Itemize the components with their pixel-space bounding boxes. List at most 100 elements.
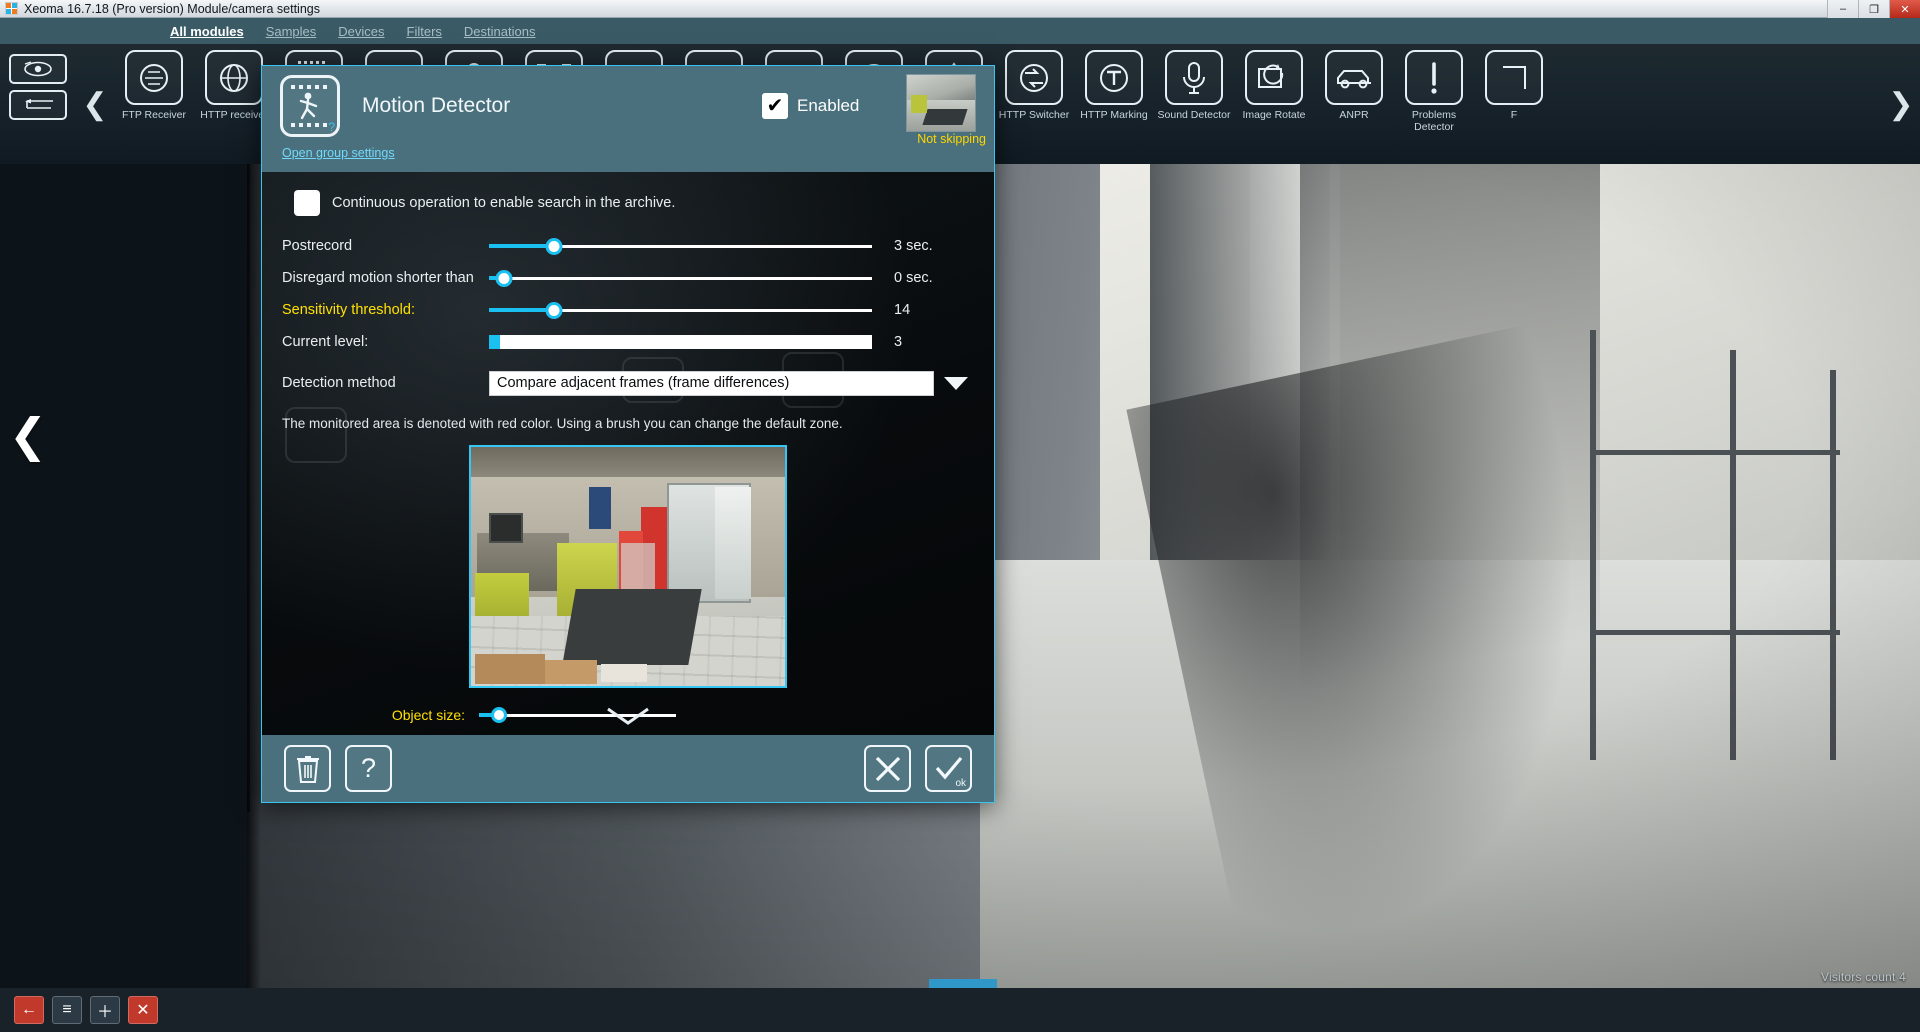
setting-slider[interactable]	[489, 300, 872, 320]
cancel-button[interactable]	[864, 745, 911, 792]
dialog-header: ? Motion Detector ✔ Enabled Not skipping	[262, 66, 994, 146]
arrow-return-icon[interactable]	[9, 90, 67, 120]
current-level-progress	[489, 335, 872, 349]
setting-label: Current level:	[282, 334, 369, 350]
settings-rows: Postrecord 3 sec. Disregard motion shorter…	[282, 230, 974, 358]
problems-detector-icon	[1405, 50, 1463, 105]
http-receiver-icon	[205, 50, 263, 105]
module-label: HTTP receiver	[200, 109, 268, 121]
close-icon[interactable]: ✕	[128, 996, 158, 1024]
help-glyph: ?	[360, 753, 377, 783]
menu-item-samples[interactable]: Samples	[266, 24, 317, 39]
plus-icon[interactable]: ＋	[90, 996, 120, 1024]
module-label: HTTP Switcher	[998, 109, 1070, 121]
eye-preview-icon[interactable]	[9, 54, 67, 84]
image-rotate-icon	[1245, 50, 1303, 105]
setting-value: 14	[894, 302, 911, 318]
menu-item-filters[interactable]: Filters	[407, 24, 442, 39]
menu-bar: All modules Samples Devices Filters Destinat…	[0, 18, 1920, 44]
toolbar-next-arrow[interactable]: ❯	[1882, 50, 1920, 160]
detection-method-label: Detection method	[282, 375, 396, 391]
object-size-label: Object size:	[391, 707, 465, 723]
sound-detector-icon	[1165, 50, 1223, 105]
visitors-count-overlay: Visitors count 4	[1820, 970, 1906, 984]
module-image-rotate[interactable]: Image Rotate	[1234, 50, 1314, 121]
enabled-toggle[interactable]: ✔ Enabled	[762, 93, 859, 119]
open-group-settings-link[interactable]: Open group settings	[282, 146, 395, 160]
dialog-footer-actions: ok	[864, 745, 972, 792]
ok-button-sublabel: ok	[955, 778, 966, 789]
toolbar-left-tools	[0, 50, 76, 120]
module-sound-detector[interactable]: Sound Detector	[1154, 50, 1234, 121]
camera-thumbnail[interactable]	[906, 74, 976, 132]
ftp-receiver-icon	[125, 50, 183, 105]
chevron-down-icon[interactable]	[944, 376, 968, 390]
setting-slider[interactable]	[489, 236, 872, 256]
setting-label: Disregard motion shorter than	[282, 270, 474, 286]
dialog-footer: ? ok	[262, 735, 994, 802]
http-switcher-icon	[1005, 50, 1063, 105]
setting-row-current-level: Current level: 3	[282, 326, 974, 358]
group-settings-row: Open group settings	[262, 146, 994, 172]
ok-button[interactable]: ok	[925, 745, 972, 792]
module-problems-detector[interactable]: Problems Detector	[1394, 50, 1474, 133]
zone-preview-image[interactable]	[471, 447, 785, 686]
zone-preview[interactable]	[469, 445, 787, 688]
window-controls: – ❐ ✕	[1827, 0, 1920, 18]
module-label: HTTP Marking	[1080, 109, 1148, 121]
setting-label: Postrecord	[282, 238, 353, 254]
minimize-button[interactable]: –	[1827, 0, 1858, 18]
setting-label: Sensitivity threshold:	[282, 302, 415, 318]
zone-hint-text: The monitored area is denoted with red c…	[282, 416, 843, 431]
skip-status-label: Not skipping	[917, 132, 986, 146]
menu-item-destinations[interactable]: Destinations	[464, 24, 536, 39]
module-label: Problems Detector	[1411, 109, 1457, 134]
module-f[interactable]: F	[1474, 50, 1554, 121]
continuous-operation-row[interactable]: Continuous operation to enable search in…	[294, 190, 974, 216]
continuous-operation-label: Continuous operation to enable search in…	[332, 195, 676, 211]
module-label: Sound Detector	[1157, 109, 1231, 121]
dialog-body-content: Continuous operation to enable search in…	[262, 172, 994, 735]
delete-module-button[interactable]	[284, 745, 331, 792]
setting-value: 0 sec.	[894, 270, 933, 286]
module-label: F	[1510, 109, 1518, 121]
module-http-marking[interactable]: HTTP Marking	[1074, 50, 1154, 121]
back-arrow-icon[interactable]: ←	[14, 996, 44, 1024]
close-button[interactable]: ✕	[1889, 0, 1920, 18]
list-icon[interactable]: ≡	[52, 996, 82, 1024]
dialog-body: Continuous operation to enable search in…	[262, 172, 994, 735]
module-label: Image Rotate	[1242, 109, 1306, 121]
expand-more-icon[interactable]	[606, 705, 650, 731]
setting-value: 3	[894, 334, 903, 350]
xeoma-logo-icon	[5, 2, 18, 15]
setting-row-disregard-motion-shorter-than: Disregard motion shorter than 0 sec.	[282, 262, 974, 294]
motion-detector-settings-dialog: ? Motion Detector ✔ Enabled Not skipping…	[261, 65, 995, 803]
dialog-title: Motion Detector	[362, 94, 511, 117]
setting-row-postrecord: Postrecord 3 sec.	[282, 230, 974, 262]
help-button[interactable]: ?	[345, 745, 392, 792]
detection-method-select[interactable]: Compare adjacent frames (frame differenc…	[489, 370, 934, 396]
window-titlebar: Xeoma 16.7.18 (Pro version) Module/camer…	[0, 0, 1920, 18]
continuous-operation-checkbox[interactable]	[294, 190, 320, 216]
setting-slider[interactable]	[489, 268, 872, 288]
setting-row-sensitivity-threshold: Sensitivity threshold: 14	[282, 294, 974, 326]
canvas-prev-chevron-icon[interactable]: ❮	[8, 400, 48, 470]
module-ftp-receiver[interactable]: FTP Receiver	[114, 50, 194, 121]
enabled-label: Enabled	[797, 96, 860, 115]
menu-item-devices[interactable]: Devices	[338, 24, 384, 39]
bottom-center-tab[interactable]	[929, 979, 997, 988]
module-label: FTP Receiver	[122, 109, 186, 121]
maximize-button[interactable]: ❐	[1858, 0, 1889, 18]
detection-method-row: Detection method Compare adjacent frames…	[282, 364, 974, 402]
enabled-checkbox[interactable]: ✔	[762, 93, 788, 119]
toolbar-prev-arrow[interactable]: ❮	[76, 50, 114, 160]
setting-value: 3 sec.	[894, 238, 933, 254]
canvas-panel-shadow	[247, 164, 261, 1032]
module-anpr[interactable]: ANPR	[1314, 50, 1394, 121]
module-http-switcher[interactable]: HTTP Switcher	[994, 50, 1074, 121]
menu-items: All modules Samples Devices Filters Destinat…	[170, 18, 535, 44]
module-label: ANPR	[1339, 109, 1369, 121]
menu-item-all-modules[interactable]: All modules	[170, 24, 244, 39]
bottom-toolbar: ← ≡ ＋ ✕	[0, 979, 1920, 1032]
partial-module-icon	[1485, 50, 1543, 105]
